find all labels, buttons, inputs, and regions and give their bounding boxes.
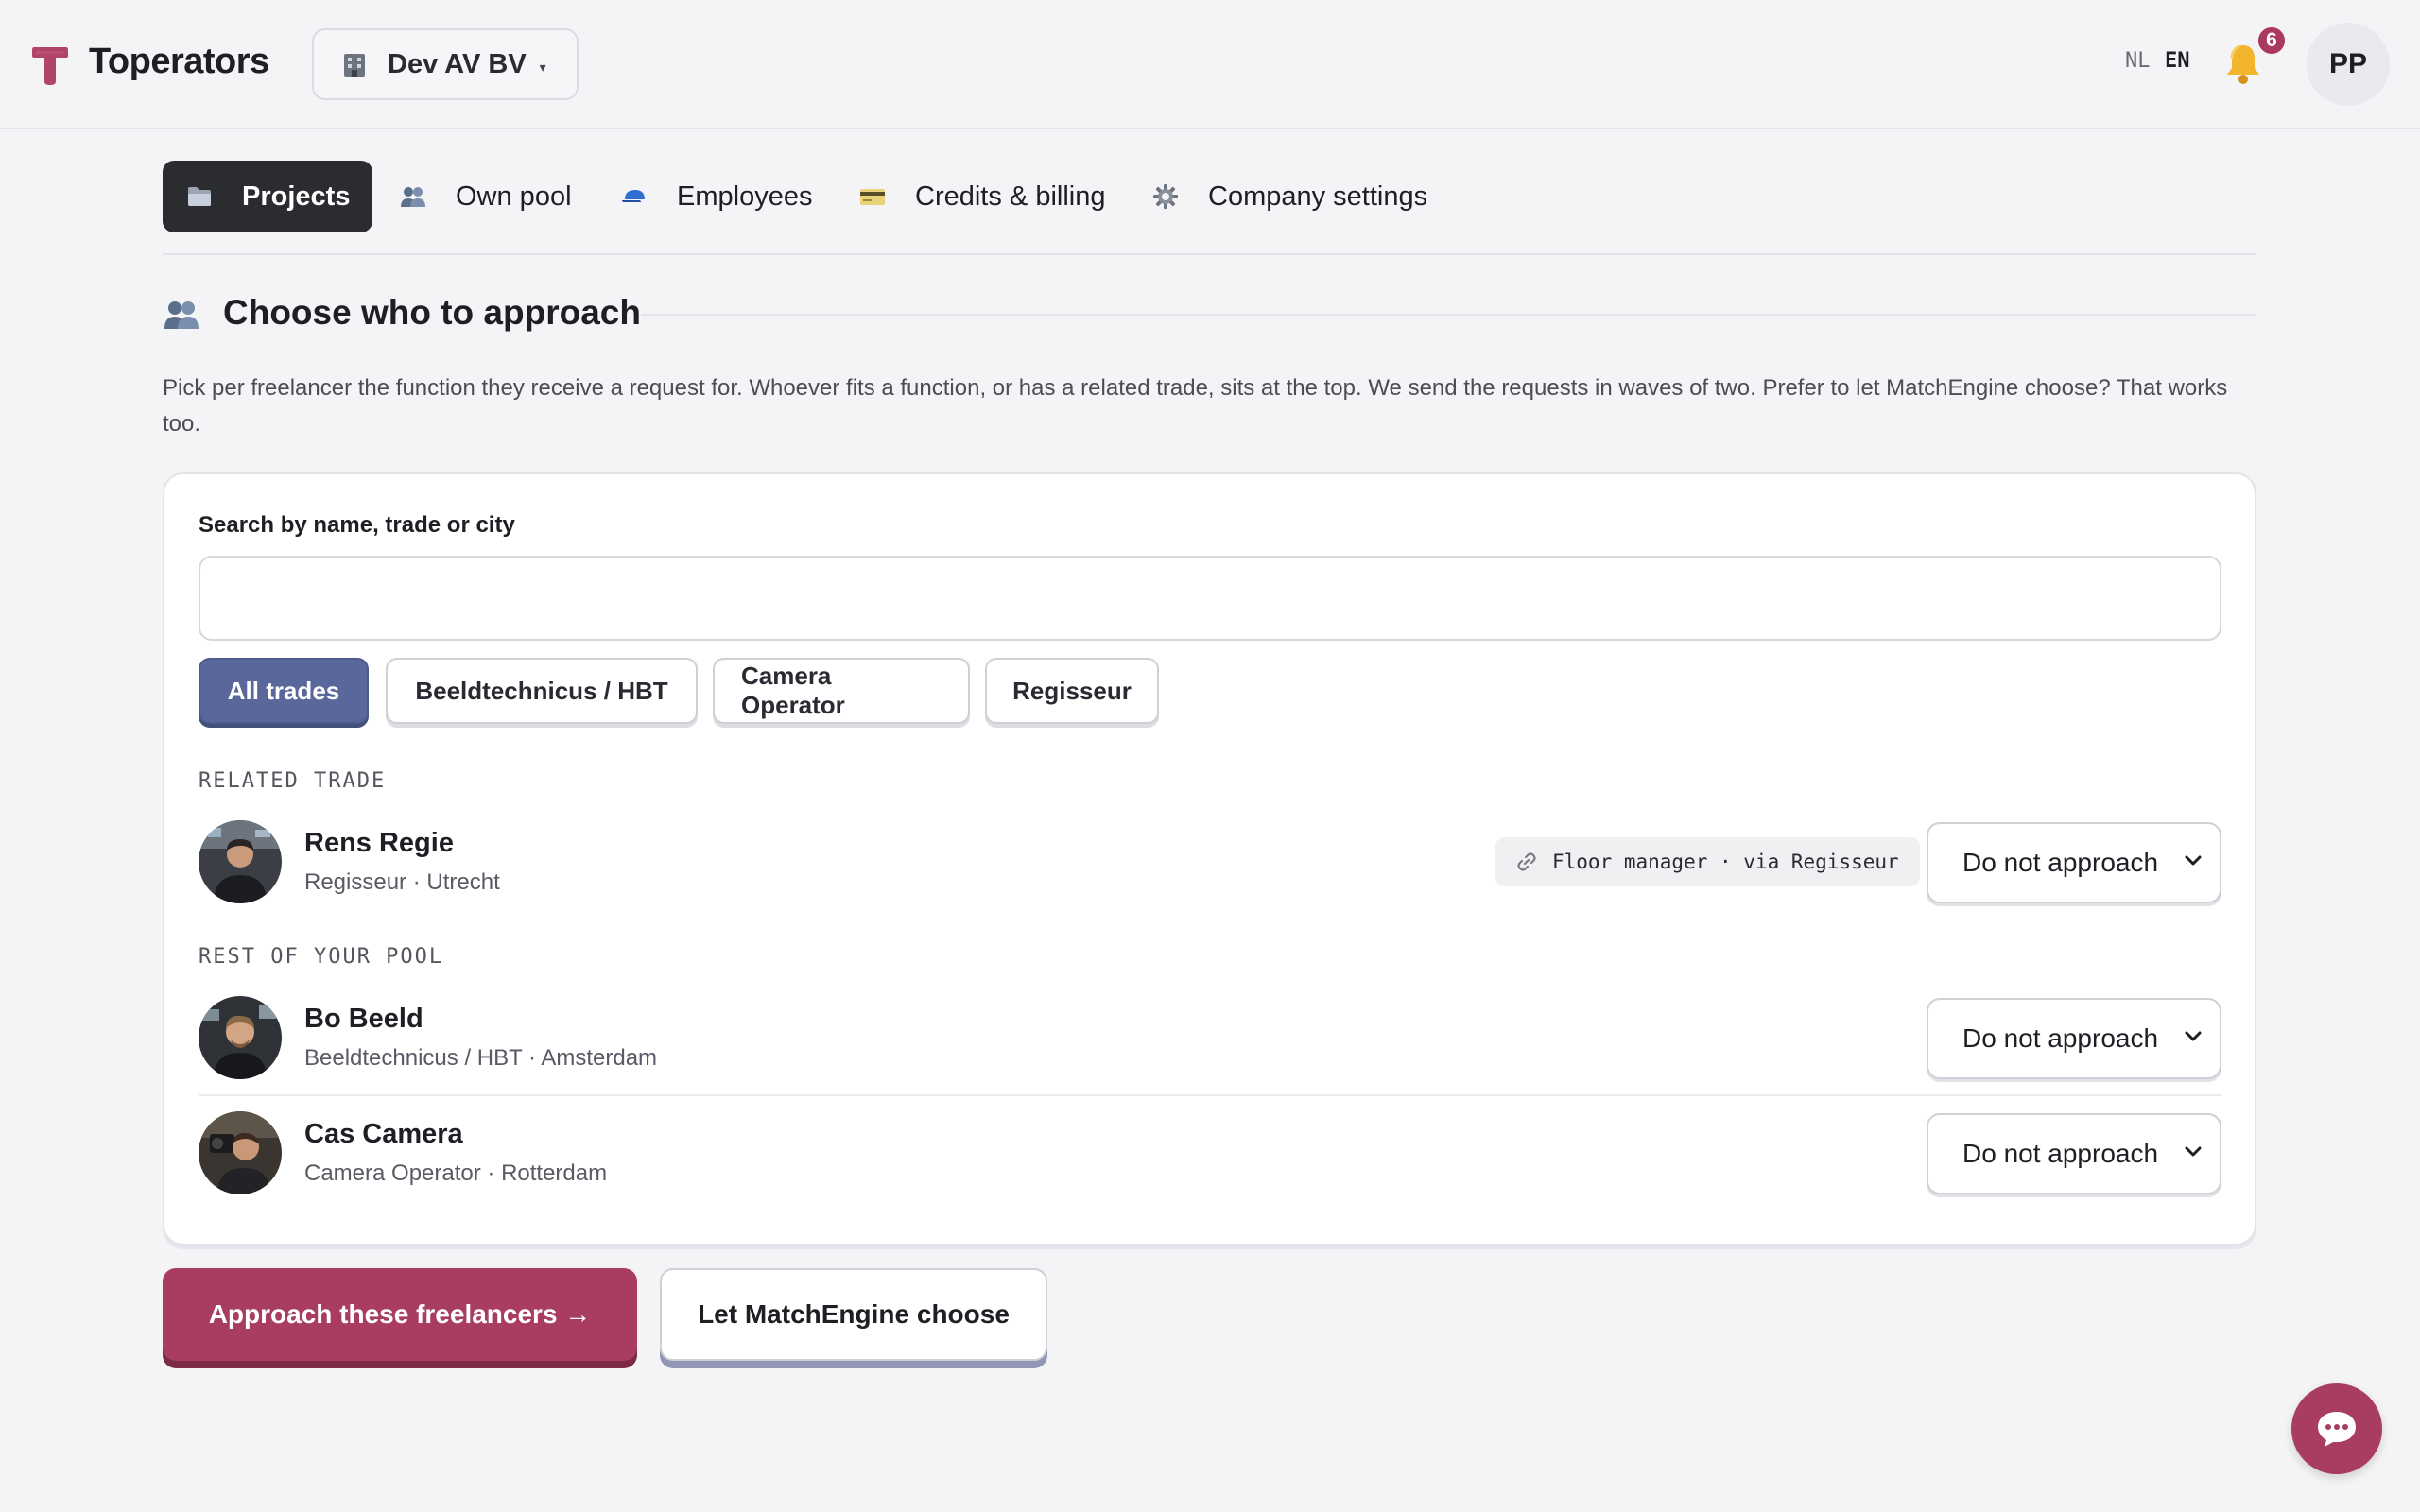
approach-select-value: Do not approach xyxy=(1962,848,2159,877)
approach-select[interactable]: Do not approach xyxy=(1927,1113,2221,1194)
main-nav: Projects Own pool Employees Credits & bi… xyxy=(163,161,2256,255)
related-trade-text: Floor manager · via Regisseur xyxy=(1552,850,1899,873)
avatar xyxy=(199,820,282,903)
list-item: Cas Camera Camera Operator · Rotterdam D… xyxy=(199,1111,2221,1196)
tab-label: Company settings xyxy=(1208,180,1428,212)
avatar xyxy=(199,996,282,1079)
filter-camera-operator[interactable]: Camera Operator xyxy=(713,658,970,724)
people-icon xyxy=(401,187,425,207)
credit-card-icon xyxy=(860,189,885,205)
list-item: Bo Beeld Beeldtechnicus / HBT · Amsterda… xyxy=(199,996,2221,1081)
search-label: Search by name, trade or city xyxy=(199,512,515,538)
chevron-down-icon: ▾ xyxy=(539,59,546,75)
row-divider xyxy=(199,1094,2221,1096)
gear-icon xyxy=(1153,184,1178,209)
tab-projects[interactable]: Projects xyxy=(163,161,373,232)
toperators-logo-icon[interactable] xyxy=(30,43,70,87)
tab-own-pool[interactable]: Own pool xyxy=(399,161,572,232)
tab-label: Projects xyxy=(242,180,351,212)
approach-select[interactable]: Do not approach xyxy=(1927,822,2221,903)
group-label-related: RELATED TRADE xyxy=(199,769,387,793)
related-trade-tag: Floor manager · via Regisseur xyxy=(1495,837,1920,886)
company-switcher[interactable]: Dev AV BV ▾ xyxy=(312,28,579,100)
tab-company-settings[interactable]: Company settings xyxy=(1151,161,1427,232)
notification-badge: 6 xyxy=(2256,25,2288,57)
person-meta: Camera Operator · Rotterdam xyxy=(304,1160,608,1186)
freelancer-selection-card: Search by name, trade or city All trades… xyxy=(163,472,2256,1246)
tab-label: Credits & billing xyxy=(915,180,1106,212)
company-name: Dev AV BV xyxy=(388,48,527,79)
top-bar: Toperators Dev AV BV ▾ NL EN 6 PP xyxy=(0,0,2420,129)
chat-button[interactable] xyxy=(2291,1383,2382,1474)
tab-credits-billing[interactable]: Credits & billing xyxy=(858,161,1105,232)
user-avatar[interactable]: PP xyxy=(2307,23,2390,106)
lang-nl-toggle[interactable]: NL xyxy=(2125,49,2151,73)
approach-freelancers-button[interactable]: Approach these freelancers → xyxy=(163,1268,637,1361)
filter-beeldtechnicus-hbt[interactable]: Beeldtechnicus / HBT xyxy=(386,658,698,724)
person-meta: Beeldtechnicus / HBT · Amsterdam xyxy=(304,1045,658,1071)
approach-select-value: Do not approach xyxy=(1962,1139,2159,1168)
tab-label: Employees xyxy=(677,180,813,212)
folder-icon xyxy=(188,187,211,206)
list-item: Rens Regie Regisseur · Utrecht Floor man… xyxy=(199,820,2221,905)
people-icon xyxy=(164,301,199,329)
cap-icon xyxy=(622,190,645,202)
tab-employees[interactable]: Employees xyxy=(620,161,812,232)
tab-label: Own pool xyxy=(456,180,572,212)
approach-select-value: Do not approach xyxy=(1962,1023,2159,1053)
building-icon xyxy=(344,54,365,77)
link-icon xyxy=(1517,852,1536,871)
brand-name[interactable]: Toperators xyxy=(89,42,269,82)
group-label-rest: REST OF YOUR POOL xyxy=(199,945,444,969)
chevron-down-icon xyxy=(2185,855,2202,866)
person-name: Rens Regie xyxy=(304,828,454,858)
title-divider xyxy=(641,314,2256,316)
person-meta: Regisseur · Utrecht xyxy=(304,869,500,895)
avatar xyxy=(199,1111,282,1194)
search-input[interactable] xyxy=(199,556,2221,641)
page-title: Choose who to approach xyxy=(223,293,641,332)
chat-bubble-icon xyxy=(2318,1412,2356,1447)
person-name: Cas Camera xyxy=(304,1119,463,1149)
approach-select[interactable]: Do not approach xyxy=(1927,998,2221,1079)
filter-regisseur[interactable]: Regisseur xyxy=(985,658,1159,724)
page-description: Pick per freelancer the function they re… xyxy=(163,375,2228,437)
let-matchengine-choose-button[interactable]: Let MatchEngine choose xyxy=(660,1268,1047,1361)
person-name: Bo Beeld xyxy=(304,1004,424,1034)
chevron-down-icon xyxy=(2185,1146,2202,1157)
filter-all-trades[interactable]: All trades xyxy=(199,658,369,724)
lang-en-toggle[interactable]: EN xyxy=(2165,49,2190,73)
chevron-down-icon xyxy=(2185,1031,2202,1041)
